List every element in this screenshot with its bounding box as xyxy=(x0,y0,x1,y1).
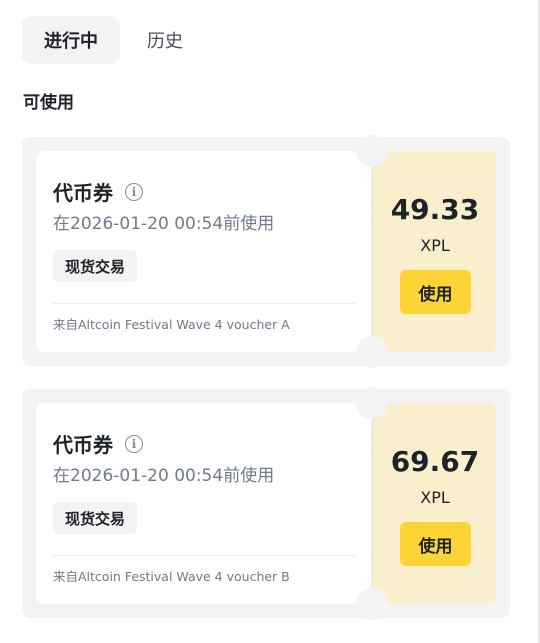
voucher-tag: 现货交易 xyxy=(53,250,138,282)
voucher-source: 来自Altcoin Festival Wave 4 voucher A xyxy=(53,317,290,332)
voucher-value-panel: 49.33 XPL 使用 xyxy=(372,151,496,352)
voucher-amount: 69.67 xyxy=(390,445,480,478)
tab-bar: 进行中 历史 xyxy=(22,16,210,64)
section-title: 可使用 xyxy=(23,93,74,113)
voucher-details: 代币券 i 在2026-01-20 00:54前使用 现货交易 来自Altcoi… xyxy=(36,151,371,352)
voucher-title-text: 代币券 xyxy=(53,433,113,457)
voucher-unit: XPL xyxy=(420,488,450,507)
voucher-details: 代币券 i 在2026-01-20 00:54前使用 现货交易 来自Altcoi… xyxy=(36,403,371,604)
divider xyxy=(53,303,355,304)
voucher-title: 代币券 i xyxy=(53,429,143,458)
voucher-tag: 现货交易 xyxy=(53,502,138,534)
voucher-amount: 49.33 xyxy=(390,193,480,226)
tab-history[interactable]: 历史 xyxy=(120,16,210,64)
voucher-value-panel: 69.67 XPL 使用 xyxy=(372,403,496,604)
info-icon[interactable]: i xyxy=(125,182,143,201)
ticket-notch-bottom xyxy=(356,588,388,620)
voucher-expiry: 在2026-01-20 00:54前使用 xyxy=(53,466,275,486)
tab-in-progress[interactable]: 进行中 xyxy=(22,16,120,64)
ticket-notch-bottom xyxy=(356,336,388,368)
voucher-card: 代币券 i 在2026-01-20 00:54前使用 现货交易 来自Altcoi… xyxy=(22,387,510,620)
divider xyxy=(53,555,355,556)
use-button[interactable]: 使用 xyxy=(400,270,471,314)
use-button[interactable]: 使用 xyxy=(400,522,471,566)
info-icon[interactable]: i xyxy=(125,434,143,453)
voucher-card: 代币券 i 在2026-01-20 00:54前使用 现货交易 来自Altcoi… xyxy=(22,135,510,368)
voucher-title: 代币券 i xyxy=(53,177,143,206)
ticket-notch-top xyxy=(356,387,388,419)
voucher-unit: XPL xyxy=(420,236,450,255)
voucher-source: 来自Altcoin Festival Wave 4 voucher B xyxy=(53,569,290,584)
ticket-notch-top xyxy=(356,135,388,167)
voucher-title-text: 代币券 xyxy=(53,181,113,205)
voucher-expiry: 在2026-01-20 00:54前使用 xyxy=(53,214,275,234)
